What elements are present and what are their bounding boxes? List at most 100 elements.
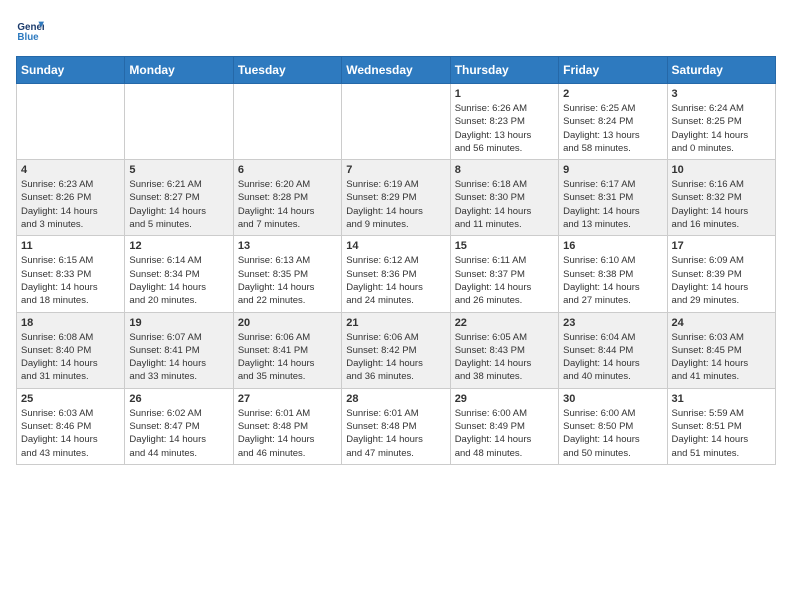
day-info: Sunrise: 6:10 AM Sunset: 8:38 PM Dayligh… (563, 254, 662, 307)
calendar-cell: 21Sunrise: 6:06 AM Sunset: 8:42 PM Dayli… (342, 312, 450, 388)
calendar-cell: 1Sunrise: 6:26 AM Sunset: 8:23 PM Daylig… (450, 84, 558, 160)
calendar-week-row: 25 Sunrise: 6:03 AM Sunset: 8:46 PM Dayli… (17, 388, 776, 464)
day-info: Sunrise: 6:06 AM Sunset: 8:42 PM Dayligh… (346, 331, 445, 384)
day-info: Sunrise: 6:14 AM Sunset: 8:34 PM Dayligh… (129, 254, 228, 307)
calendar-cell: 20 Sunrise: 6:06 AM Sunset: 8:41 PM Dayli… (233, 312, 341, 388)
calendar-cell: 24 Sunrise: 6:03 AM Sunset: 8:45 PM Dayli… (667, 312, 775, 388)
logo-icon: General Blue (16, 16, 44, 44)
day-number: 18 (21, 317, 120, 329)
calendar-cell: 9 Sunrise: 6:17 AM Sunset: 8:31 PM Daylig… (559, 160, 667, 236)
day-number: 5 (129, 164, 228, 176)
calendar-cell: 30 Sunrise: 6:00 AM Sunset: 8:50 PM Dayli… (559, 388, 667, 464)
day-info: Sunrise: 6:04 AM Sunset: 8:44 PM Dayligh… (563, 331, 662, 384)
day-number: 30 (563, 393, 662, 405)
day-number: 13 (238, 240, 337, 252)
day-number: 9 (563, 164, 662, 176)
day-info: Sunrise: 6:06 AM Sunset: 8:41 PM Dayligh… (238, 331, 337, 384)
day-of-week-header: Tuesday (233, 57, 341, 84)
day-number: 7 (346, 164, 445, 176)
calendar-week-row: 1Sunrise: 6:26 AM Sunset: 8:23 PM Daylig… (17, 84, 776, 160)
calendar-cell: 15 Sunrise: 6:11 AM Sunset: 8:37 PM Dayli… (450, 236, 558, 312)
day-info: Sunrise: 6:08 AM Sunset: 8:40 PM Dayligh… (21, 331, 120, 384)
day-info: Sunrise: 6:00 AM Sunset: 8:50 PM Dayligh… (563, 407, 662, 460)
day-info: Sunrise: 5:59 AM Sunset: 8:51 PM Dayligh… (672, 407, 771, 460)
day-number: 4 (21, 164, 120, 176)
day-number: 29 (455, 393, 554, 405)
day-info: Sunrise: 6:09 AM Sunset: 8:39 PM Dayligh… (672, 254, 771, 307)
calendar-cell: 3 Sunrise: 6:24 AM Sunset: 8:25 PM Daylig… (667, 84, 775, 160)
calendar-cell: 16 Sunrise: 6:10 AM Sunset: 8:38 PM Dayli… (559, 236, 667, 312)
day-info: Sunrise: 6:05 AM Sunset: 8:43 PM Dayligh… (455, 331, 554, 384)
calendar-cell: 7 Sunrise: 6:19 AM Sunset: 8:29 PM Daylig… (342, 160, 450, 236)
day-number: 17 (672, 240, 771, 252)
day-of-week-header: Saturday (667, 57, 775, 84)
day-info: Sunrise: 6:02 AM Sunset: 8:47 PM Dayligh… (129, 407, 228, 460)
day-info: Sunrise: 6:13 AM Sunset: 8:35 PM Dayligh… (238, 254, 337, 307)
calendar-cell (125, 84, 233, 160)
calendar-cell (342, 84, 450, 160)
day-number: 26 (129, 393, 228, 405)
calendar-cell: 11 Sunrise: 6:15 AM Sunset: 8:33 PM Dayli… (17, 236, 125, 312)
day-number: 23 (563, 317, 662, 329)
calendar-cell: 12 Sunrise: 6:14 AM Sunset: 8:34 PM Dayli… (125, 236, 233, 312)
day-number: 27 (238, 393, 337, 405)
calendar-cell: 13 Sunrise: 6:13 AM Sunset: 8:35 PM Dayli… (233, 236, 341, 312)
calendar-cell: 14Sunrise: 6:12 AM Sunset: 8:36 PM Dayli… (342, 236, 450, 312)
day-number: 15 (455, 240, 554, 252)
calendar-cell: 19 Sunrise: 6:07 AM Sunset: 8:41 PM Dayli… (125, 312, 233, 388)
day-number: 25 (21, 393, 120, 405)
calendar-cell: 22 Sunrise: 6:05 AM Sunset: 8:43 PM Dayli… (450, 312, 558, 388)
day-info: Sunrise: 6:23 AM Sunset: 8:26 PM Dayligh… (21, 178, 120, 231)
calendar-cell: 2Sunrise: 6:25 AM Sunset: 8:24 PM Daylig… (559, 84, 667, 160)
day-info: Sunrise: 6:11 AM Sunset: 8:37 PM Dayligh… (455, 254, 554, 307)
day-number: 19 (129, 317, 228, 329)
day-number: 22 (455, 317, 554, 329)
day-info: Sunrise: 6:03 AM Sunset: 8:46 PM Dayligh… (21, 407, 120, 460)
calendar-cell: 10Sunrise: 6:16 AM Sunset: 8:32 PM Dayli… (667, 160, 775, 236)
calendar-cell: 4 Sunrise: 6:23 AM Sunset: 8:26 PM Daylig… (17, 160, 125, 236)
day-info: Sunrise: 6:24 AM Sunset: 8:25 PM Dayligh… (672, 102, 771, 155)
calendar-cell: 27 Sunrise: 6:01 AM Sunset: 8:48 PM Dayli… (233, 388, 341, 464)
day-info: Sunrise: 6:19 AM Sunset: 8:29 PM Dayligh… (346, 178, 445, 231)
day-number: 6 (238, 164, 337, 176)
day-info: Sunrise: 6:15 AM Sunset: 8:33 PM Dayligh… (21, 254, 120, 307)
day-info: Sunrise: 6:17 AM Sunset: 8:31 PM Dayligh… (563, 178, 662, 231)
calendar-cell: 8 Sunrise: 6:18 AM Sunset: 8:30 PM Daylig… (450, 160, 558, 236)
day-info: Sunrise: 6:01 AM Sunset: 8:48 PM Dayligh… (238, 407, 337, 460)
day-number: 11 (21, 240, 120, 252)
day-info: Sunrise: 6:25 AM Sunset: 8:24 PM Dayligh… (563, 102, 662, 155)
day-number: 8 (455, 164, 554, 176)
calendar-cell: 6 Sunrise: 6:20 AM Sunset: 8:28 PM Daylig… (233, 160, 341, 236)
day-number: 20 (238, 317, 337, 329)
day-info: Sunrise: 6:07 AM Sunset: 8:41 PM Dayligh… (129, 331, 228, 384)
day-number: 31 (672, 393, 771, 405)
day-of-week-header: Wednesday (342, 57, 450, 84)
day-info: Sunrise: 6:26 AM Sunset: 8:23 PM Dayligh… (455, 102, 554, 155)
day-of-week-header: Monday (125, 57, 233, 84)
calendar-cell: 29Sunrise: 6:00 AM Sunset: 8:49 PM Dayli… (450, 388, 558, 464)
day-info: Sunrise: 6:20 AM Sunset: 8:28 PM Dayligh… (238, 178, 337, 231)
calendar-week-row: 4 Sunrise: 6:23 AM Sunset: 8:26 PM Daylig… (17, 160, 776, 236)
day-number: 16 (563, 240, 662, 252)
calendar-cell: 26 Sunrise: 6:02 AM Sunset: 8:47 PM Dayli… (125, 388, 233, 464)
calendar-cell: 28Sunrise: 6:01 AM Sunset: 8:48 PM Dayli… (342, 388, 450, 464)
day-number: 3 (672, 88, 771, 100)
calendar-week-row: 18 Sunrise: 6:08 AM Sunset: 8:40 PM Dayli… (17, 312, 776, 388)
day-number: 12 (129, 240, 228, 252)
day-info: Sunrise: 6:21 AM Sunset: 8:27 PM Dayligh… (129, 178, 228, 231)
day-number: 24 (672, 317, 771, 329)
calendar-cell: 23 Sunrise: 6:04 AM Sunset: 8:44 PM Dayli… (559, 312, 667, 388)
calendar-cell: 25 Sunrise: 6:03 AM Sunset: 8:46 PM Dayli… (17, 388, 125, 464)
calendar-cell: 18 Sunrise: 6:08 AM Sunset: 8:40 PM Dayli… (17, 312, 125, 388)
calendar-week-row: 11 Sunrise: 6:15 AM Sunset: 8:33 PM Dayli… (17, 236, 776, 312)
page-header: General Blue (16, 16, 776, 44)
calendar-header-row: SundayMondayTuesdayWednesdayThursdayFrid… (17, 57, 776, 84)
calendar-cell: 17 Sunrise: 6:09 AM Sunset: 8:39 PM Dayli… (667, 236, 775, 312)
day-info: Sunrise: 6:03 AM Sunset: 8:45 PM Dayligh… (672, 331, 771, 384)
day-info: Sunrise: 6:18 AM Sunset: 8:30 PM Dayligh… (455, 178, 554, 231)
day-info: Sunrise: 6:12 AM Sunset: 8:36 PM Dayligh… (346, 254, 445, 307)
day-of-week-header: Thursday (450, 57, 558, 84)
calendar-table: SundayMondayTuesdayWednesdayThursdayFrid… (16, 56, 776, 465)
calendar-cell (17, 84, 125, 160)
day-of-week-header: Sunday (17, 57, 125, 84)
